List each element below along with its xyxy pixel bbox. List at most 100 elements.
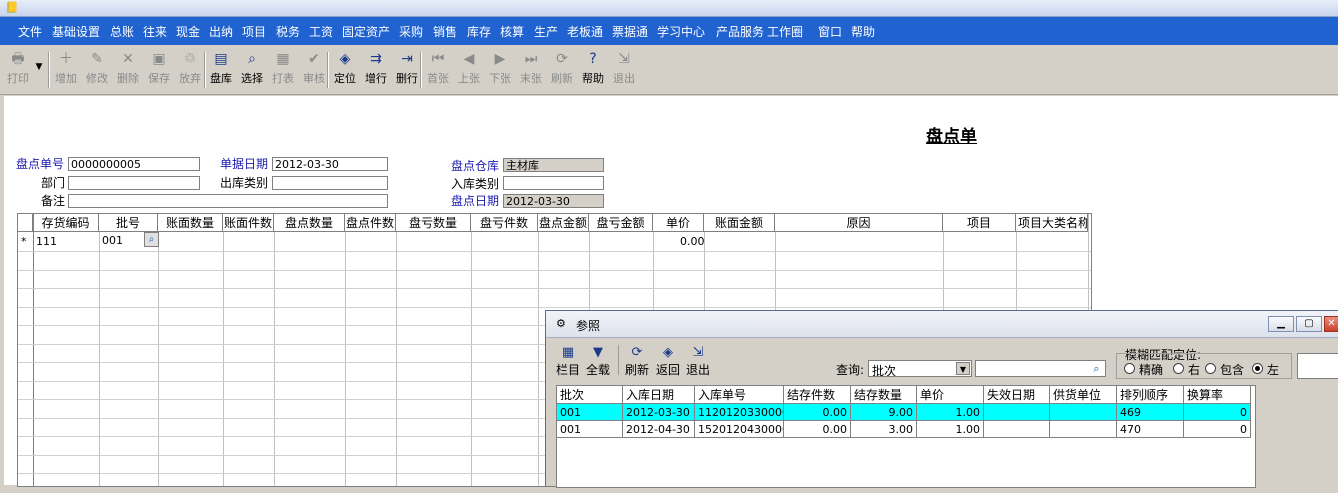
toolbar-print-table-button[interactable]: ▦ 打表	[268, 50, 298, 90]
cell-batch[interactable]: 001	[102, 234, 123, 247]
doc-date-field[interactable]: 2012-03-30	[272, 157, 388, 171]
toolbar-printer-button[interactable]: 🖶 打印	[3, 50, 33, 90]
locate-input[interactable]	[1297, 353, 1338, 379]
ref-table-cell[interactable]: 2012-03-30	[623, 404, 695, 421]
radio-2[interactable]: 包含	[1205, 361, 1244, 378]
cell-item-code[interactable]: 111	[36, 235, 57, 248]
ref-table-cell[interactable]: 2012-04-30	[623, 421, 695, 438]
radio-unchecked-icon[interactable]	[1124, 363, 1135, 374]
ref-column-header-8[interactable]: 排列顺序	[1117, 386, 1184, 404]
menu-item-17[interactable]: 学习中心	[657, 23, 705, 40]
ref-column-header-2[interactable]: 入库单号	[695, 386, 784, 404]
toolbar-audit-button[interactable]: ✔ 审核	[299, 50, 329, 90]
dialog-refresh-button[interactable]: ⟳ 刷新	[625, 345, 649, 378]
menu-item-19[interactable]: 工作圈	[767, 23, 803, 40]
menu-item-14[interactable]: 生产	[534, 23, 558, 40]
search-icon[interactable]: ⌕	[1089, 361, 1104, 376]
ref-table-cell[interactable]: 1.00	[917, 404, 984, 421]
ref-table-cell[interactable]	[984, 404, 1050, 421]
toolbar-refresh-button[interactable]: ⟳ 刷新	[547, 50, 577, 90]
menu-item-15[interactable]: 老板通	[567, 23, 603, 40]
ref-column-header-6[interactable]: 失效日期	[984, 386, 1050, 404]
ref-table-cell[interactable]: 001	[557, 421, 623, 438]
toolbar-help-button[interactable]: ? 帮助	[578, 50, 608, 90]
menu-item-9[interactable]: 固定资产	[342, 23, 390, 40]
ref-table-cell[interactable]: 3.00	[851, 421, 917, 438]
toolbar-locate-button[interactable]: ◈ 定位	[330, 50, 360, 90]
toolbar-add-row-button[interactable]: ⇉ 增行	[361, 50, 391, 90]
chevron-down-icon[interactable]: ▼	[956, 362, 970, 375]
query-input[interactable]: ⌕	[975, 360, 1106, 377]
in-type-field[interactable]	[503, 176, 604, 190]
toolbar-last-button[interactable]: ⏭ 末张	[516, 50, 546, 90]
toolbar-discard-button[interactable]: ♲ 放弃	[175, 50, 205, 90]
ref-table-cell[interactable]: 0	[1184, 421, 1251, 438]
radio-1[interactable]: 右	[1173, 361, 1200, 378]
note-field[interactable]	[68, 194, 388, 208]
ref-table-cell[interactable]: 9.00	[851, 404, 917, 421]
radio-unchecked-icon[interactable]	[1173, 363, 1184, 374]
close-icon[interactable]: ✕	[1324, 316, 1338, 332]
menu-item-20[interactable]: 窗口	[818, 23, 842, 40]
query-field-select[interactable]: 批次 ▼	[868, 360, 972, 378]
maximize-icon[interactable]: ▢	[1296, 316, 1322, 332]
menu-item-18[interactable]: 产品服务	[716, 23, 764, 40]
ref-table-cell[interactable]	[1050, 421, 1117, 438]
minimize-icon[interactable]: ▁	[1268, 316, 1294, 332]
ref-table-cell[interactable]: 001	[557, 404, 623, 421]
dialog-exit-button[interactable]: ⇲ 退出	[686, 345, 710, 378]
menu-item-8[interactable]: 工资	[309, 23, 333, 40]
menu-item-7[interactable]: 税务	[276, 23, 300, 40]
out-type-field[interactable]	[272, 176, 388, 190]
radio-3[interactable]: 左	[1252, 361, 1279, 378]
radio-checked-icon[interactable]	[1252, 363, 1263, 374]
toolbar-delete-button[interactable]: ✕ 删除	[113, 50, 143, 90]
menu-item-21[interactable]: 帮助	[851, 23, 875, 40]
menu-item-4[interactable]: 现金	[176, 23, 200, 40]
ref-table-cell[interactable]: 0.00	[784, 404, 851, 421]
toolbar-edit-button[interactable]: ✎ 修改	[82, 50, 112, 90]
toolbar-stocktake-button[interactable]: ▤ 盘库	[206, 50, 236, 90]
menu-item-16[interactable]: 票据通	[612, 23, 648, 40]
menu-item-0[interactable]: 文件	[18, 23, 42, 40]
menu-item-11[interactable]: 销售	[433, 23, 457, 40]
warehouse-field[interactable]: 主材库	[503, 158, 604, 172]
check-date-field[interactable]: 2012-03-30	[503, 194, 604, 208]
ref-table-cell[interactable]	[984, 421, 1050, 438]
ref-table-cell[interactable]: 0	[1184, 404, 1251, 421]
dialog-load-all-button[interactable]: ▼ 全载	[586, 345, 610, 378]
menu-item-12[interactable]: 库存	[467, 23, 491, 40]
batch-lookup-icon[interactable]: ⌕	[144, 232, 159, 247]
ref-column-header-1[interactable]: 入库日期	[623, 386, 695, 404]
dialog-return-button[interactable]: ◈ 返回	[656, 345, 680, 378]
ref-table-cell[interactable]: 0.00	[784, 421, 851, 438]
ref-table-cell[interactable]: 11201203300000	[695, 404, 784, 421]
ref-column-header-7[interactable]: 供货单位	[1050, 386, 1117, 404]
ref-table-cell[interactable]: 469	[1117, 404, 1184, 421]
menu-item-3[interactable]: 往来	[143, 23, 167, 40]
ref-table-cell[interactable]: 15201204300000	[695, 421, 784, 438]
toolbar-delete-row-button[interactable]: ⇥ 删行	[392, 50, 422, 90]
menu-item-5[interactable]: 出纳	[209, 23, 233, 40]
ref-table-cell[interactable]: 1.00	[917, 421, 984, 438]
dialog-columns-button[interactable]: ▦ 栏目	[556, 345, 580, 378]
toolbar-first-button[interactable]: ⏮ 首张	[423, 50, 453, 90]
menu-item-10[interactable]: 采购	[399, 23, 423, 40]
ref-column-header-4[interactable]: 结存数量	[851, 386, 917, 404]
toolbar-prev-button[interactable]: ◀ 上张	[454, 50, 484, 90]
print-dropdown-icon[interactable]: ▼	[33, 62, 45, 76]
toolbar-exit-button[interactable]: ⇲ 退出	[609, 50, 639, 90]
menu-item-13[interactable]: 核算	[500, 23, 524, 40]
ref-column-header-9[interactable]: 换算率	[1184, 386, 1251, 404]
menu-item-1[interactable]: 基础设置	[52, 23, 100, 40]
reference-grid[interactable]: 批次 入库日期 入库单号 结存件数 结存数量 单价 失效日期 供货单位 排列顺序 换算率 001 20…	[556, 385, 1256, 488]
ref-column-header-0[interactable]: 批次	[557, 386, 623, 404]
toolbar-select-button[interactable]: ⌕ 选择	[237, 50, 267, 90]
menu-item-6[interactable]: 项目	[242, 23, 266, 40]
ref-column-header-5[interactable]: 单价	[917, 386, 984, 404]
ref-column-header-3[interactable]: 结存件数	[784, 386, 851, 404]
dept-field[interactable]	[68, 176, 200, 190]
ref-table-cell[interactable]: 470	[1117, 421, 1184, 438]
toolbar-save-button[interactable]: ▣ 保存	[144, 50, 174, 90]
radio-0[interactable]: 精确	[1124, 361, 1163, 378]
